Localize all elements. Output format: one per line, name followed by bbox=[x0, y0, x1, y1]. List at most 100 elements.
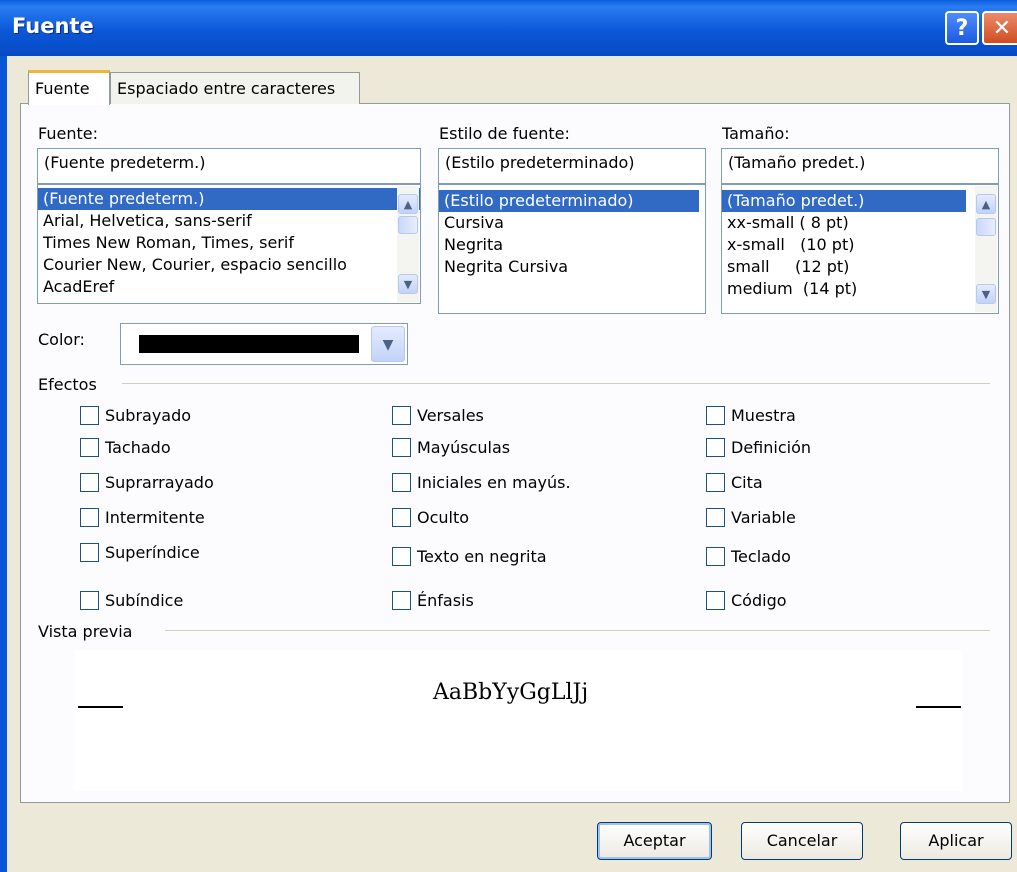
checkbox-oculto[interactable]: Oculto bbox=[392, 507, 612, 531]
checkbox-tachado[interactable]: Tachado bbox=[80, 437, 280, 461]
style-option[interactable]: Cursiva bbox=[439, 212, 705, 234]
font-input[interactable]: (Fuente predeterm.) bbox=[37, 148, 421, 184]
cancel-button[interactable]: Cancelar bbox=[741, 822, 863, 860]
preview-area bbox=[75, 650, 962, 791]
checkbox-box[interactable] bbox=[706, 591, 725, 610]
checkbox-box[interactable] bbox=[706, 406, 725, 425]
size-list[interactable]: (Tamaño predet.) xx-small ( 8 pt) x-smal… bbox=[721, 184, 999, 314]
close-button[interactable]: ✕ bbox=[982, 11, 1017, 45]
tab-fuente[interactable]: Fuente bbox=[28, 70, 110, 105]
preview-sample-text: AaBbYyGgLlJj bbox=[433, 680, 589, 705]
checkbox-box[interactable] bbox=[392, 473, 411, 492]
checkbox-subrayado[interactable]: Subrayado bbox=[80, 405, 280, 429]
checkbox-texto-negrita[interactable]: Texto en negrita bbox=[392, 546, 612, 570]
font-option[interactable]: AcadEref bbox=[38, 276, 420, 298]
window-title: Fuente bbox=[12, 14, 94, 38]
checkbox-cita[interactable]: Cita bbox=[706, 472, 906, 496]
checkbox-label: Suprarrayado bbox=[105, 473, 214, 492]
checkbox-suprarrayado[interactable]: Suprarrayado bbox=[80, 472, 280, 496]
checkbox-variable[interactable]: Variable bbox=[706, 507, 906, 531]
checkbox-box[interactable] bbox=[80, 508, 99, 527]
scroll-thumb[interactable] bbox=[976, 218, 996, 236]
checkbox-box[interactable] bbox=[706, 508, 725, 527]
size-option[interactable]: small (12 pt) bbox=[722, 256, 998, 278]
checkbox-muestra[interactable]: Muestra bbox=[706, 405, 906, 429]
apply-button[interactable]: Aplicar bbox=[900, 822, 1012, 860]
checkbox-box[interactable] bbox=[80, 473, 99, 492]
size-option[interactable]: x-small (10 pt) bbox=[722, 234, 998, 256]
checkbox-box[interactable] bbox=[392, 508, 411, 527]
checkbox-label: Texto en negrita bbox=[417, 547, 547, 566]
checkbox-box[interactable] bbox=[706, 547, 725, 566]
preview-baseline-left bbox=[78, 706, 123, 708]
checkbox-box[interactable] bbox=[392, 406, 411, 425]
checkbox-box[interactable] bbox=[706, 438, 725, 457]
checkbox-teclado[interactable]: Teclado bbox=[706, 546, 906, 570]
help-button[interactable]: ? bbox=[945, 11, 979, 45]
checkbox-label: Código bbox=[731, 591, 787, 610]
checkbox-box[interactable] bbox=[80, 591, 99, 610]
scroll-thumb[interactable] bbox=[398, 216, 418, 234]
scroll-down-icon[interactable]: ▼ bbox=[976, 284, 996, 304]
checkbox-definicion[interactable]: Definición bbox=[706, 437, 906, 461]
style-input[interactable]: (Estilo predeterminado) bbox=[438, 148, 706, 184]
checkbox-label: Tachado bbox=[105, 438, 171, 457]
checkbox-box[interactable] bbox=[80, 438, 99, 457]
checkbox-label: Cita bbox=[731, 473, 763, 492]
checkbox-mayusculas[interactable]: Mayúsculas bbox=[392, 437, 612, 461]
font-list[interactable]: (Fuente predeterm.) Arial, Helvetica, sa… bbox=[37, 184, 421, 304]
checkbox-box[interactable] bbox=[80, 543, 99, 562]
checkbox-box[interactable] bbox=[392, 547, 411, 566]
color-label: Color: bbox=[38, 330, 85, 349]
checkbox-box[interactable] bbox=[80, 406, 99, 425]
checkbox-versales[interactable]: Versales bbox=[392, 405, 612, 429]
checkbox-intermitente[interactable]: Intermitente bbox=[80, 507, 280, 531]
font-option[interactable]: Courier New, Courier, espacio sencillo bbox=[38, 254, 420, 276]
font-option[interactable]: (Fuente predeterm.) bbox=[38, 188, 420, 210]
preview-baseline-right bbox=[916, 706, 961, 708]
checkbox-box[interactable] bbox=[392, 591, 411, 610]
checkbox-label: Subrayado bbox=[105, 406, 192, 425]
style-list[interactable]: (Estilo predeterminado) Cursiva Negrita … bbox=[438, 184, 706, 314]
checkbox-box[interactable] bbox=[706, 473, 725, 492]
chevron-down-icon[interactable]: ▼ bbox=[371, 326, 405, 362]
scroll-down-icon[interactable]: ▼ bbox=[398, 274, 418, 294]
font-label: Fuente: bbox=[38, 124, 98, 143]
checkbox-superindice[interactable]: Superíndice bbox=[80, 542, 280, 566]
size-option[interactable]: medium (14 pt) bbox=[722, 278, 998, 300]
ok-button[interactable]: Aceptar bbox=[597, 822, 712, 860]
checkbox-iniciales[interactable]: Iniciales en mayús. bbox=[392, 472, 612, 496]
checkbox-label: Superíndice bbox=[105, 543, 200, 562]
checkbox-label: Definición bbox=[731, 438, 811, 457]
size-option[interactable]: (Tamaño predet.) bbox=[722, 190, 966, 212]
checkbox-label: Iniciales en mayús. bbox=[417, 473, 571, 492]
color-dropdown[interactable]: ▼ bbox=[120, 323, 408, 365]
size-scrollbar[interactable]: ▲ ▼ bbox=[975, 186, 997, 312]
font-scrollbar[interactable]: ▲ ▼ bbox=[397, 186, 419, 302]
checkbox-subindice[interactable]: Subíndice bbox=[80, 590, 280, 614]
style-option[interactable]: (Estilo predeterminado) bbox=[439, 190, 699, 212]
size-input[interactable]: (Tamaño predet.) bbox=[721, 148, 999, 184]
checkbox-label: Mayúsculas bbox=[417, 438, 511, 457]
size-option[interactable]: xx-small ( 8 pt) bbox=[722, 212, 998, 234]
checkbox-label: Variable bbox=[731, 508, 796, 527]
checkbox-box[interactable] bbox=[392, 438, 411, 457]
scroll-up-icon[interactable]: ▲ bbox=[398, 194, 418, 214]
style-option[interactable]: Negrita bbox=[439, 234, 705, 256]
font-option[interactable]: Times New Roman, Times, serif bbox=[38, 232, 420, 254]
checkbox-enfasis[interactable]: Énfasis bbox=[392, 590, 612, 614]
size-label: Tamaño: bbox=[722, 124, 790, 143]
style-option[interactable]: Negrita Cursiva bbox=[439, 256, 705, 278]
checkbox-label: Intermitente bbox=[105, 508, 205, 527]
scroll-up-icon[interactable]: ▲ bbox=[976, 194, 996, 214]
checkbox-label: Teclado bbox=[731, 547, 791, 566]
checkbox-label: Énfasis bbox=[417, 591, 474, 610]
title-bar[interactable]: Fuente ? ✕ bbox=[0, 0, 1017, 56]
font-option[interactable]: Arial, Helvetica, sans-serif bbox=[38, 210, 420, 232]
tab-espaciado[interactable]: Espaciado entre caracteres bbox=[110, 72, 360, 104]
window-border bbox=[0, 56, 7, 872]
font-dialog: Fuente ? ✕ Fuente Espaciado entre caract… bbox=[0, 0, 1017, 872]
checkbox-label: Muestra bbox=[731, 406, 796, 425]
checkbox-codigo[interactable]: Código bbox=[706, 590, 906, 614]
color-swatch bbox=[139, 335, 359, 353]
